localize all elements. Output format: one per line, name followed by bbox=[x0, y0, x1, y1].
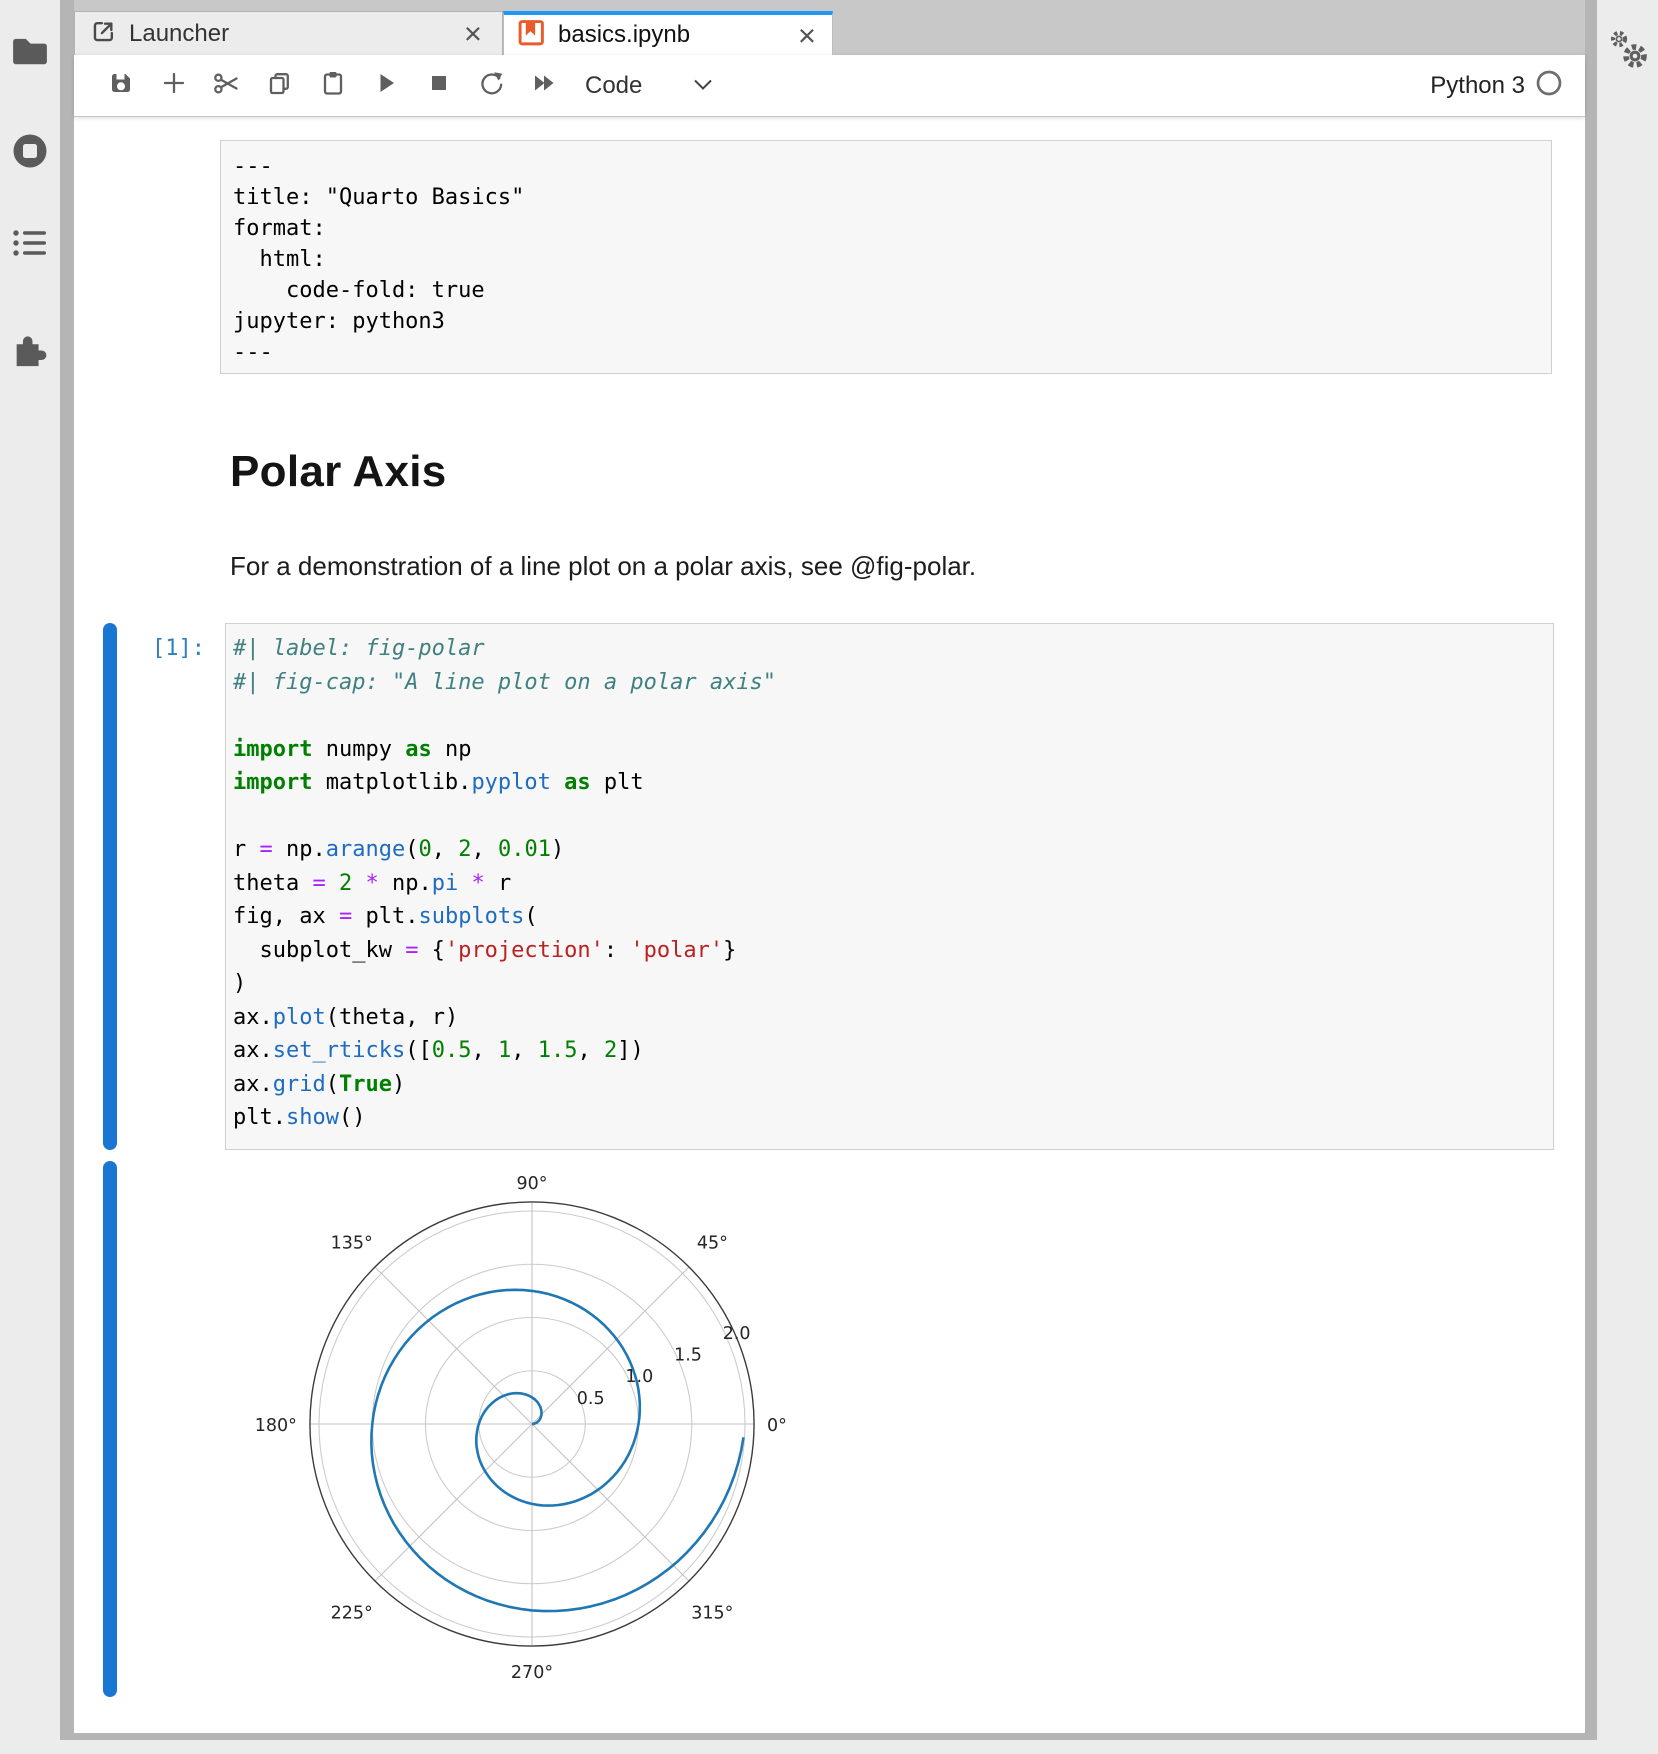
tab-launcher[interactable]: Launcher × bbox=[74, 11, 503, 55]
stop-icon bbox=[426, 70, 452, 101]
kernel-indicator[interactable]: Python 3 bbox=[1430, 69, 1563, 102]
restart-kernel-button[interactable] bbox=[465, 65, 518, 107]
chevron-down-icon bbox=[642, 77, 712, 95]
restart-run-all-button[interactable] bbox=[518, 65, 571, 107]
kernel-name: Python 3 bbox=[1430, 72, 1525, 100]
output-cell-collapser[interactable] bbox=[103, 1161, 117, 1697]
yaml-line: --- bbox=[233, 340, 1551, 371]
save-button[interactable] bbox=[94, 65, 147, 107]
polar-plot-output: 0° 45° 90° 135° 180° 225° 270° 315° 0.5 1.0 1.5 2.0 bbox=[240, 1165, 840, 1715]
svg-text:135°: 135° bbox=[331, 1234, 373, 1254]
svg-text:0°: 0° bbox=[767, 1416, 787, 1436]
code-line bbox=[233, 804, 1553, 838]
code-line: theta = 2 * np.pi * r bbox=[233, 871, 1553, 905]
settings-gears-icon[interactable] bbox=[1606, 26, 1652, 74]
cut-cells-button[interactable] bbox=[200, 65, 253, 107]
sidebar-item-extension-manager[interactable] bbox=[11, 332, 49, 370]
stop-circle-icon bbox=[11, 132, 49, 175]
notebook-content: ---title: "Quarto Basics"format: html: c… bbox=[74, 117, 1585, 1733]
markdown-paragraph: For a demonstration of a line plot on a … bbox=[230, 551, 976, 582]
code-line: ax.grid(True) bbox=[233, 1072, 1553, 1106]
tab-close-icon[interactable]: × bbox=[798, 20, 816, 51]
svg-text:45°: 45° bbox=[697, 1234, 728, 1254]
svg-text:90°: 90° bbox=[516, 1174, 547, 1194]
code-line: #| fig-cap: "A line plot on a polar axis… bbox=[233, 670, 1553, 704]
code-line: ax.plot(theta, r) bbox=[233, 1005, 1553, 1039]
raw-yaml-cell-editor[interactable]: ---title: "Quarto Basics"format: html: c… bbox=[220, 140, 1552, 374]
svg-text:180°: 180° bbox=[255, 1416, 297, 1436]
yaml-line: jupyter: python3 bbox=[233, 309, 1551, 340]
sidebar-item-table-of-contents[interactable] bbox=[11, 226, 49, 264]
code-line: ax.set_rticks([0.5, 1, 1.5, 2]) bbox=[233, 1038, 1553, 1072]
code-line: import matplotlib.pyplot as plt bbox=[233, 770, 1553, 804]
svg-text:1.5: 1.5 bbox=[674, 1346, 702, 1366]
notebook-icon bbox=[518, 19, 545, 52]
yaml-line: title: "Quarto Basics" bbox=[233, 185, 1551, 216]
code-line: plt.show() bbox=[233, 1105, 1553, 1139]
page-title: Polar Axis bbox=[230, 447, 447, 497]
cell-type-value: Code bbox=[585, 72, 642, 100]
code-line: fig, ax = plt.subplots( bbox=[233, 904, 1553, 938]
code-editor[interactable]: #| label: fig-polar#| fig-cap: "A line p… bbox=[225, 623, 1554, 1150]
save-icon bbox=[108, 70, 134, 101]
clipboard-icon bbox=[320, 70, 346, 102]
svg-text:0.5: 0.5 bbox=[577, 1389, 605, 1409]
copy-cells-button[interactable] bbox=[253, 65, 306, 107]
code-line: import numpy as np bbox=[233, 737, 1553, 771]
tab-notebook-label: basics.ipynb bbox=[558, 21, 690, 49]
execution-count-prompt: [1]: bbox=[74, 636, 205, 661]
scissors-icon bbox=[213, 70, 240, 102]
dock-panel: Launcher × basics.ipynb × bbox=[60, 0, 1597, 1740]
notebook-toolbar: Code Python 3 bbox=[74, 55, 1585, 117]
add-cell-button[interactable] bbox=[147, 65, 200, 107]
yaml-line: --- bbox=[233, 154, 1551, 185]
svg-text:270°: 270° bbox=[511, 1663, 553, 1683]
run-icon bbox=[373, 70, 399, 101]
tab-bar: Launcher × basics.ipynb × bbox=[74, 0, 1585, 55]
interrupt-kernel-button[interactable] bbox=[412, 65, 465, 107]
tab-launcher-label: Launcher bbox=[129, 20, 229, 48]
yaml-line: code-fold: true bbox=[233, 278, 1551, 309]
puzzle-icon bbox=[10, 329, 50, 374]
activity-sidebar bbox=[0, 0, 60, 1754]
fast-forward-icon bbox=[531, 70, 558, 101]
kernel-status-icon bbox=[1535, 69, 1563, 102]
run-button[interactable] bbox=[359, 65, 412, 107]
svg-text:315°: 315° bbox=[691, 1603, 733, 1623]
folder-icon bbox=[11, 35, 49, 72]
svg-text:2.0: 2.0 bbox=[723, 1324, 751, 1344]
code-line: r = np.arange(0, 2, 0.01) bbox=[233, 837, 1553, 871]
sidebar-item-running-sessions[interactable] bbox=[11, 134, 49, 172]
cell-type-dropdown[interactable]: Code bbox=[585, 72, 712, 100]
launcher-icon bbox=[91, 19, 116, 49]
svg-text:1.0: 1.0 bbox=[625, 1367, 653, 1387]
paste-cells-button[interactable] bbox=[306, 65, 359, 107]
svg-text:225°: 225° bbox=[331, 1603, 373, 1623]
code-line bbox=[233, 703, 1553, 737]
input-cell-collapser[interactable] bbox=[103, 623, 117, 1150]
tab-close-icon[interactable]: × bbox=[464, 18, 482, 49]
yaml-line: format: bbox=[233, 216, 1551, 247]
list-icon bbox=[12, 227, 48, 264]
tab-basics-ipynb[interactable]: basics.ipynb × bbox=[503, 11, 833, 55]
code-line: #| label: fig-polar bbox=[233, 636, 1553, 670]
copy-icon bbox=[267, 70, 293, 102]
plus-icon bbox=[161, 70, 187, 101]
restart-icon bbox=[478, 70, 505, 102]
sidebar-item-file-browser[interactable] bbox=[11, 34, 49, 72]
code-line: ) bbox=[233, 971, 1553, 1005]
code-line: subplot_kw = {'projection': 'polar'} bbox=[233, 938, 1553, 972]
yaml-line: html: bbox=[233, 247, 1551, 278]
